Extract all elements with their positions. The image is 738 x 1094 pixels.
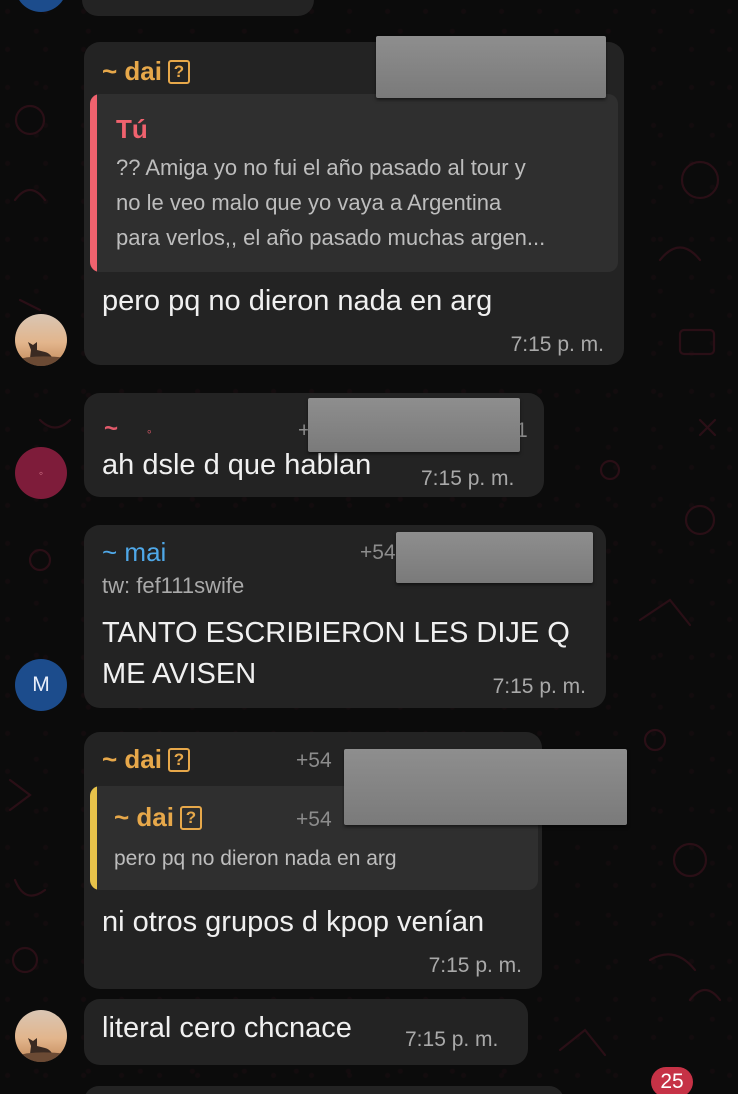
chat-view[interactable]: ~ dai? Tú ?? Amiga yo no fui el año pasa… <box>0 0 738 1094</box>
message-time: 7:15 p. m. <box>492 675 586 698</box>
redacted-phone <box>376 36 606 98</box>
message-time: 7:15 p. m. <box>405 1028 499 1051</box>
quote-author: ~ dai? <box>114 802 202 833</box>
question-box-icon: ? <box>167 748 190 772</box>
message-bubble-partial[interactable] <box>84 1086 564 1094</box>
cat-silhouette-icon <box>15 342 67 366</box>
avatar-generic[interactable]: ◦ <box>15 447 67 499</box>
quote-bar <box>90 94 97 272</box>
sender-name[interactable]: ~ mai <box>102 537 166 568</box>
avatar-dot-icon: ◦ <box>38 466 44 480</box>
quote-line: pero pq no dieron nada en arg <box>114 847 397 870</box>
message-text: literal cero chcnace <box>102 1012 352 1044</box>
sender-name[interactable]: ~ dai? <box>102 744 190 775</box>
cat-silhouette-icon <box>15 1038 67 1062</box>
redacted-phone <box>396 532 593 583</box>
redacted-phone <box>344 749 627 825</box>
sender-phone: +54 <box>360 541 396 564</box>
message-text: ah dsle d que hablan <box>102 449 372 481</box>
message-time: 7:15 p. m. <box>428 954 522 977</box>
quote-line: no le veo malo que yo vaya a Argentina <box>116 190 502 215</box>
question-box-icon: ? <box>179 806 202 830</box>
sender-name[interactable]: ~ ◦ <box>104 415 152 443</box>
message-time: 7:15 p. m. <box>421 467 515 490</box>
message-bubble[interactable]: literal cero chcnace 7:15 p. m. <box>84 999 528 1065</box>
message-text-line: ME AVISEN <box>102 658 257 690</box>
message-text-line: TANTO ESCRIBIERON LES DIJE Q <box>102 617 570 649</box>
quote-line: ?? Amiga yo no fui el año pasado al tour… <box>116 155 526 180</box>
quote-phone: +54 <box>296 808 332 831</box>
unread-count-badge[interactable]: 25 <box>651 1067 693 1094</box>
sunset-cat-avatar[interactable] <box>15 1010 67 1062</box>
sender-phone: +54 <box>296 749 332 772</box>
quote-bar <box>90 786 97 890</box>
avatar-letter[interactable]: M <box>15 659 67 711</box>
message-bubble-partial[interactable] <box>82 0 314 16</box>
quote-author: Tú <box>116 114 148 144</box>
quote-line: para verlos,, el año pasado muchas argen… <box>116 225 546 250</box>
quoted-message[interactable]: Tú ?? Amiga yo no fui el año pasado al t… <box>90 94 618 272</box>
sunset-cat-avatar[interactable] <box>15 314 67 366</box>
sender-subtitle: tw: fef111swife <box>102 573 245 598</box>
message-text: ni otros grupos d kpop venían <box>102 906 485 938</box>
question-box-icon: ? <box>167 60 190 84</box>
sender-name[interactable]: ~ dai? <box>102 56 190 87</box>
redacted-phone <box>308 398 520 452</box>
message-time: 7:15 p. m. <box>510 333 604 356</box>
message-text: pero pq no dieron nada en arg <box>102 285 493 317</box>
